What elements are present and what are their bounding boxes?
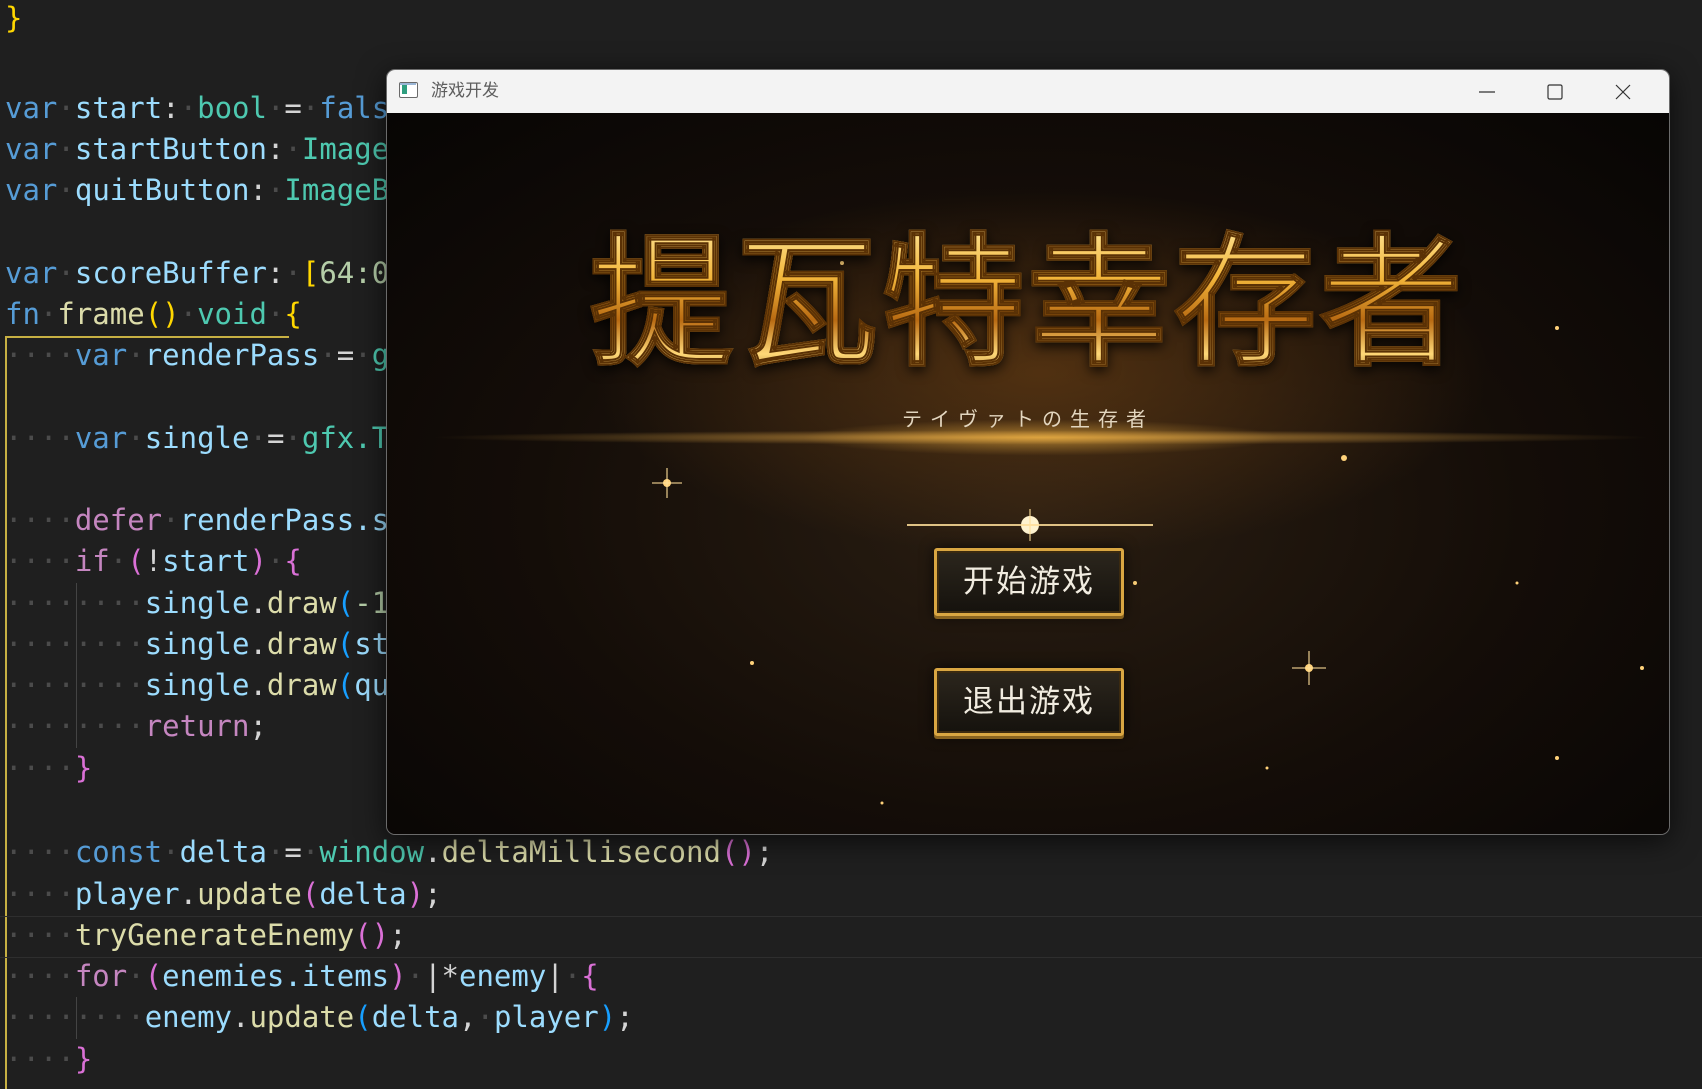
code-line[interactable]: ········single.draw(qu: [5, 665, 389, 706]
quit-game-button[interactable]: 退出游戏: [934, 668, 1124, 736]
game-window: 游戏开发 提瓦特幸存者 テイヴァトの生存者 开始游戏 退出游戏: [386, 69, 1670, 835]
code-line[interactable]: var·start:·bool·=·fals: [5, 88, 389, 129]
code-line[interactable]: ····player.update(delta);: [5, 874, 442, 915]
code-line[interactable]: fn·frame()·void·{: [5, 294, 302, 335]
code-line[interactable]: ····defer·renderPass.s: [5, 500, 389, 541]
minimize-icon: [1479, 91, 1495, 93]
code-line[interactable]: var·startButton:·Image: [5, 129, 389, 170]
game-title-logo: 提瓦特幸存者: [387, 218, 1669, 388]
code-line[interactable]: var·quitButton:·ImageB: [5, 170, 389, 211]
close-button[interactable]: [1589, 70, 1657, 113]
code-line[interactable]: ········return;: [5, 706, 267, 747]
code-line[interactable]: ····var·renderPass·=·g: [5, 335, 389, 376]
app-icon: [399, 82, 418, 98]
code-line[interactable]: var·scoreBuffer:·[64:0: [5, 253, 389, 294]
start-game-button[interactable]: 开始游戏: [934, 548, 1124, 616]
code-line[interactable]: ····var·single·=·gfx.T: [5, 418, 389, 459]
game-subtitle: テイヴァトの生存者: [902, 407, 1154, 431]
code-line[interactable]: ········single.draw(-1: [5, 583, 389, 624]
code-line[interactable]: ····if·(!start)·{: [5, 541, 302, 582]
title-bar[interactable]: 游戏开发: [387, 70, 1669, 113]
minimize-button[interactable]: [1453, 70, 1521, 113]
code-line[interactable]: ····tryGenerateEnemy();: [5, 915, 407, 956]
window-title: 游戏开发: [431, 81, 499, 101]
code-line[interactable]: ····}: [5, 1039, 92, 1080]
game-canvas[interactable]: 提瓦特幸存者 テイヴァトの生存者 开始游戏 退出游戏: [387, 113, 1669, 834]
code-line[interactable]: }: [5, 0, 22, 39]
code-line[interactable]: ········enemy.update(delta,·player);: [5, 997, 634, 1038]
code-line[interactable]: ········single.draw(st: [5, 624, 389, 665]
close-icon: [1615, 84, 1631, 100]
maximize-icon: [1547, 84, 1563, 100]
code-line[interactable]: ····for·(enemies.items)·|*enemy|·{: [5, 956, 599, 997]
maximize-button[interactable]: [1521, 70, 1589, 113]
code-line[interactable]: ····const·delta·=·window.deltaMillisecon…: [5, 832, 773, 873]
code-line[interactable]: ····}: [5, 748, 92, 789]
